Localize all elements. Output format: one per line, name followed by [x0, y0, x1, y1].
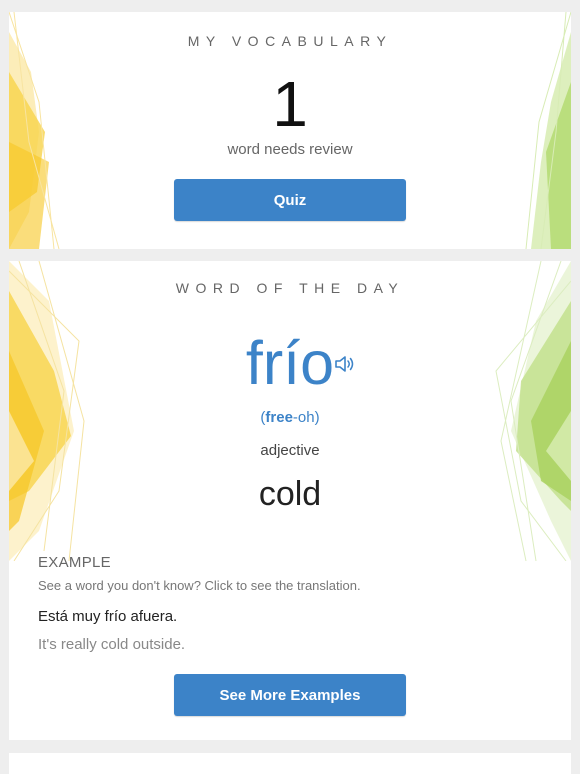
review-count-label: word needs review: [227, 141, 353, 158]
see-more-examples-button[interactable]: See More Examples: [174, 674, 406, 716]
example-hint: See a word you don't know? Click to see …: [38, 578, 361, 593]
example-heading: EXAMPLE: [38, 554, 111, 571]
word-of-the-day: frío: [245, 329, 335, 397]
review-count: 1: [272, 68, 308, 140]
pronunciation-rest: -oh): [292, 409, 320, 426]
example-sentence-english: It's really cold outside.: [38, 636, 186, 653]
word-translation: cold: [258, 475, 322, 513]
vocabulary-heading: MY VOCABULARY: [187, 33, 393, 49]
pronunciation: (free-oh): [9, 409, 571, 426]
word-of-the-day-heading: WORD OF THE DAY: [175, 280, 405, 296]
word-of-the-day-card: WORD OF THE DAY frío (free-oh) adjective…: [9, 261, 571, 740]
word-row: frío: [9, 327, 571, 399]
pronunciation-stressed-syllable: free: [265, 409, 293, 426]
speaker-icon[interactable]: [333, 353, 355, 375]
quiz-button[interactable]: Quiz: [174, 179, 406, 221]
next-card: [9, 753, 571, 774]
example-sentence-spanish[interactable]: Está muy frío afuera.: [38, 608, 551, 625]
vocabulary-card: MY VOCABULARY 1 word needs review Quiz: [9, 12, 571, 249]
part-of-speech: adjective: [260, 442, 320, 459]
